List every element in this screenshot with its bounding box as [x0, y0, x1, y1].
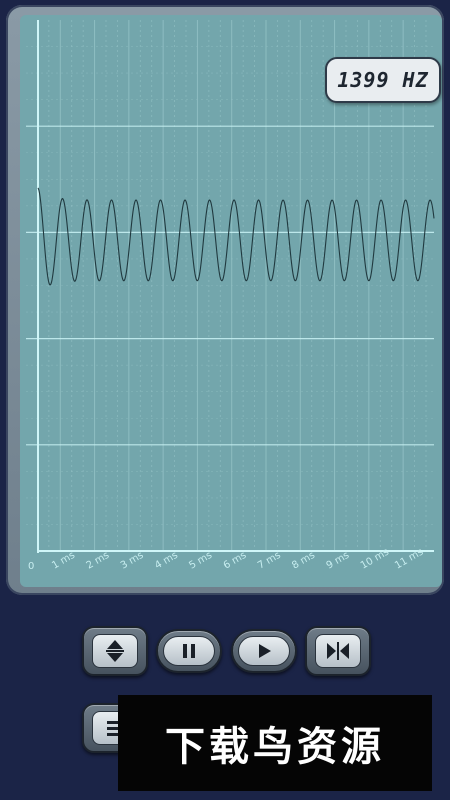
frequency-readout: 1399 HZ [325, 57, 441, 103]
watermark-text: 下载鸟资源 [165, 724, 385, 770]
waveform-trace [37, 187, 435, 286]
x-tick-label: 8 ms [290, 550, 317, 572]
pause-icon [183, 644, 195, 658]
x-tick-label: 4 ms [153, 550, 180, 572]
frequency-value: 1399 HZ [337, 68, 429, 92]
x-tick-label: 6 ms [222, 550, 249, 572]
x-tick-label: 3 ms [119, 550, 146, 572]
play-button[interactable] [231, 629, 297, 673]
x-tick-label: 2 ms [85, 550, 112, 572]
x-tick-label: 7 ms [256, 550, 283, 572]
vertical-arrows-icon [106, 640, 124, 662]
horizontal-collapse-icon [327, 642, 349, 660]
x-tick-label: 1 ms [50, 550, 77, 572]
x-tick-label: 9 ms [325, 550, 352, 572]
watermark-banner: 下载鸟资源 [118, 695, 432, 791]
x-tick-label: 5 ms [187, 550, 214, 572]
play-icon [259, 644, 271, 658]
vertical-scale-button[interactable] [82, 626, 148, 676]
horizontal-scale-button[interactable] [305, 626, 371, 676]
x-tick-label: 0 [28, 561, 34, 572]
pause-button[interactable] [156, 629, 222, 673]
